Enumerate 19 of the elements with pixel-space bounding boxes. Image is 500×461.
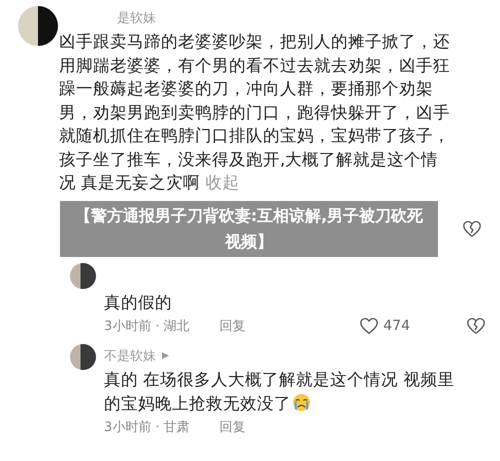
avatar[interactable] [70,344,96,370]
heart-icon[interactable] [359,317,380,335]
avatar[interactable] [70,262,96,288]
avatar[interactable] [18,6,58,46]
reply-link[interactable]: 回复 [220,317,246,335]
collapse-link[interactable]: 收起 [206,173,240,192]
username[interactable]: 不是软妹 [104,347,156,365]
broken-heart-icon[interactable] [466,317,486,335]
comment-text: 真的 在场很多人大概了解就是这个情况 视频里的宝妈晚上抢救无效没了 [104,369,456,414]
comment-meta: 3小时前 · 甘肃 [104,419,190,436]
reply-link[interactable]: 回复 [220,418,246,436]
username[interactable]: 是软妹 [117,9,156,27]
title-banner: 【警方通报男子刀背砍妻:互相谅解,男子被刀砍死视频】 [60,200,438,256]
reply-arrow: ▶ [162,351,169,361]
broken-heart-icon[interactable] [462,220,482,238]
comment-meta: 3小时前 · 湖北 [104,318,190,335]
comment-text: 真的假的 [104,292,173,314]
like-count: 474 [383,318,410,334]
comment-text: 凶手跟卖马蹄的老婆婆吵架，把别人的摊子掀了，还用脚踹老婆婆，有个男的看不过去就去劝架，凶手狂躁一般薅起老婆婆的刀，冲向人群，要捅那个劝架男，劝架男跑到卖鸭脖的门口，跑得快躲开了，凶手就随机抓住在鸭脖门口排队的宝妈，宝妈带了孩子，孩子坐了推车，没来得及跑开,大概了解就是这个情况 真是无妄之灾啊 收起 [59,31,451,194]
